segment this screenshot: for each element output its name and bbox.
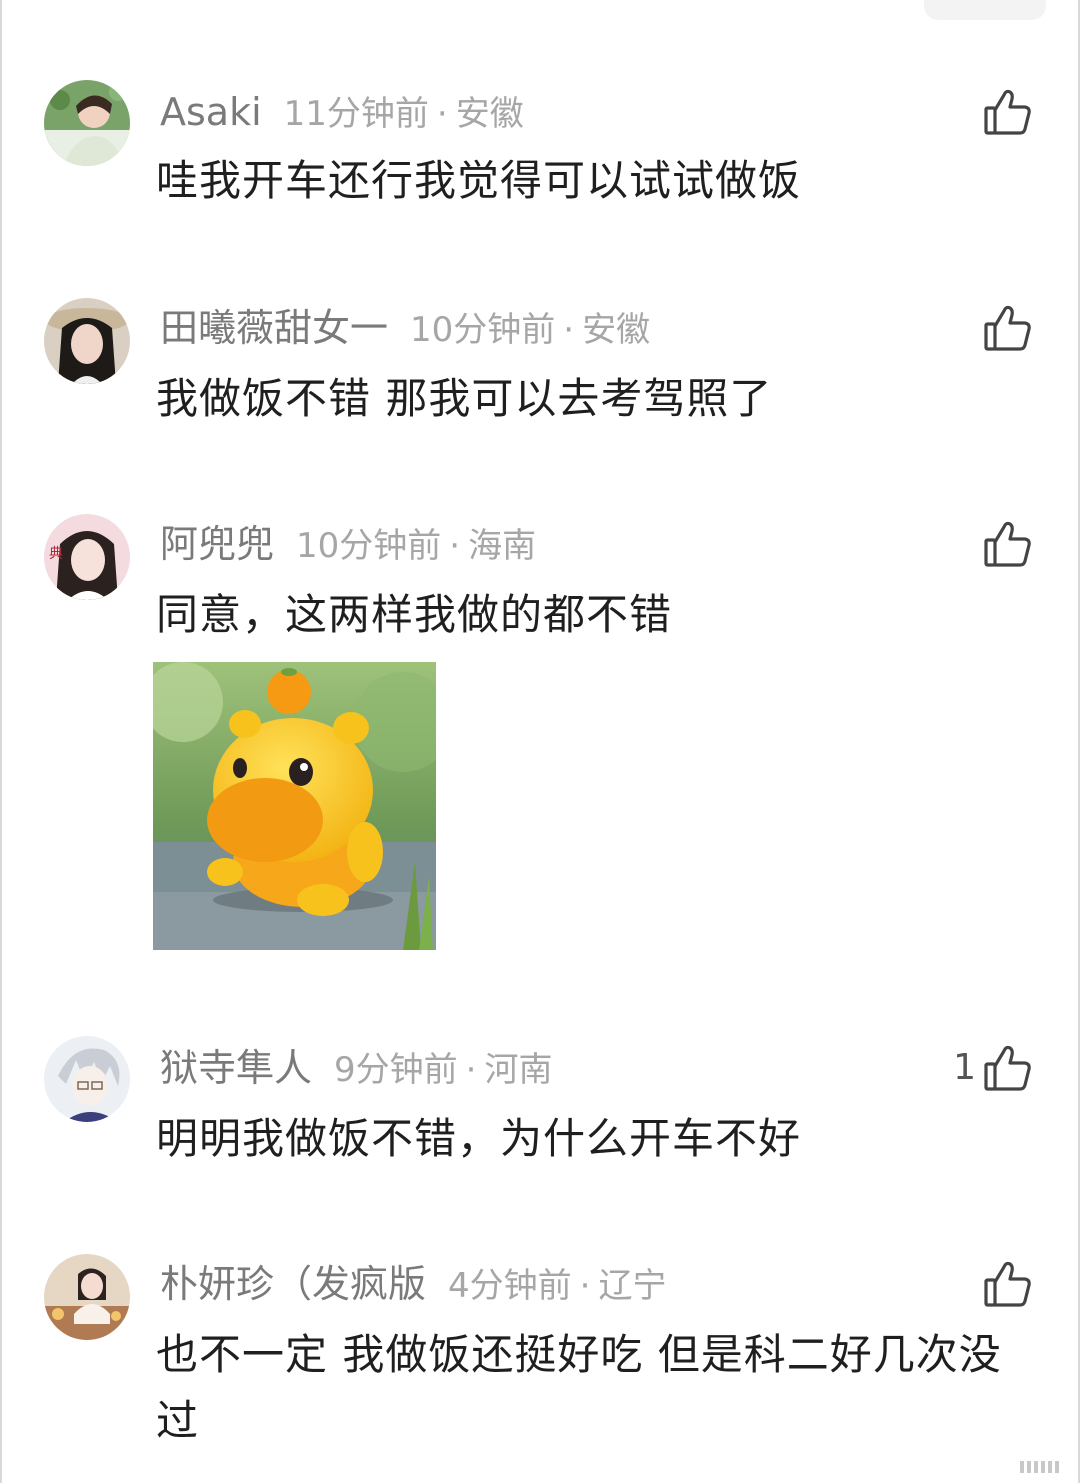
like-button[interactable] [982,518,1034,570]
thumbs-up-icon [984,521,1031,567]
comment-time: 9分钟前 [334,1050,458,1090]
thumbs-up-icon [984,89,1031,135]
like-button[interactable] [982,1258,1034,1310]
like-count [946,302,976,354]
like-count [946,1258,976,1310]
username[interactable]: 阿兜兜 [160,522,274,566]
comment-region: 海南 [468,526,537,566]
username[interactable]: 狱寺隼人 [160,1046,312,1090]
comment-meta: 狱寺隼人 9分钟前 · 河南 [160,1044,552,1092]
separator-dot: · [436,94,448,134]
comment-meta: Asaki 11分钟前 · 安徽 [160,88,524,136]
like-button[interactable] [982,1042,1034,1094]
username[interactable]: 田曦薇甜女一 [160,306,388,350]
separator-dot: · [465,1050,477,1090]
avatar-badge: 典 [49,546,63,562]
watermark [1020,1460,1068,1474]
sticker-image[interactable] [153,662,436,950]
comment-text: 也不一定 我做饭还挺好吃 但是科二好几次没过 [156,1330,1002,1445]
top-tab-hint [924,0,1046,20]
comment-time: 10分钟前 [296,526,442,566]
avatar[interactable] [44,1036,130,1122]
comment-text: 哇我开车还行我觉得可以试试做饭 [156,156,802,205]
comment-text: 同意，这两样我做的都不错 [156,590,673,639]
username[interactable]: Asaki [160,90,262,134]
thumbs-up-icon [984,1261,1031,1307]
thumbs-up-icon [984,1045,1031,1091]
avatar[interactable]: 典 [44,514,130,600]
avatar[interactable] [44,298,130,384]
like-count: 1 [953,1047,976,1088]
like-count [946,518,976,570]
separator-dot: · [449,526,461,566]
comment-region: 河南 [484,1050,553,1090]
comment-region: 安徽 [455,94,524,134]
avatar[interactable] [44,1254,130,1340]
comment-time: 11分钟前 [283,94,429,134]
comment-meta: 阿兜兜 10分钟前 · 海南 [160,520,536,568]
comment-region: 安徽 [582,310,651,350]
comment-meta: 田曦薇甜女一 10分钟前 · 安徽 [160,304,650,352]
left-border [0,0,2,1483]
like-count [946,86,976,138]
separator-dot: · [563,310,575,350]
comment-time: 4分钟前 [448,1266,572,1306]
comment-text: 我做饭不错 那我可以去考驾照了 [156,374,773,423]
thumbs-up-icon [984,305,1031,351]
separator-dot: · [579,1266,591,1306]
comment-time: 10分钟前 [410,310,556,350]
username[interactable]: 朴妍珍（发疯版 [160,1262,426,1306]
avatar[interactable] [44,80,130,166]
comment-meta: 朴妍珍（发疯版 4分钟前 · 辽宁 [160,1260,666,1308]
like-button[interactable] [982,86,1034,138]
comment-region: 辽宁 [598,1266,667,1306]
comment-text: 明明我做饭不错，为什么开车不好 [156,1114,802,1163]
like-button[interactable] [982,302,1034,354]
